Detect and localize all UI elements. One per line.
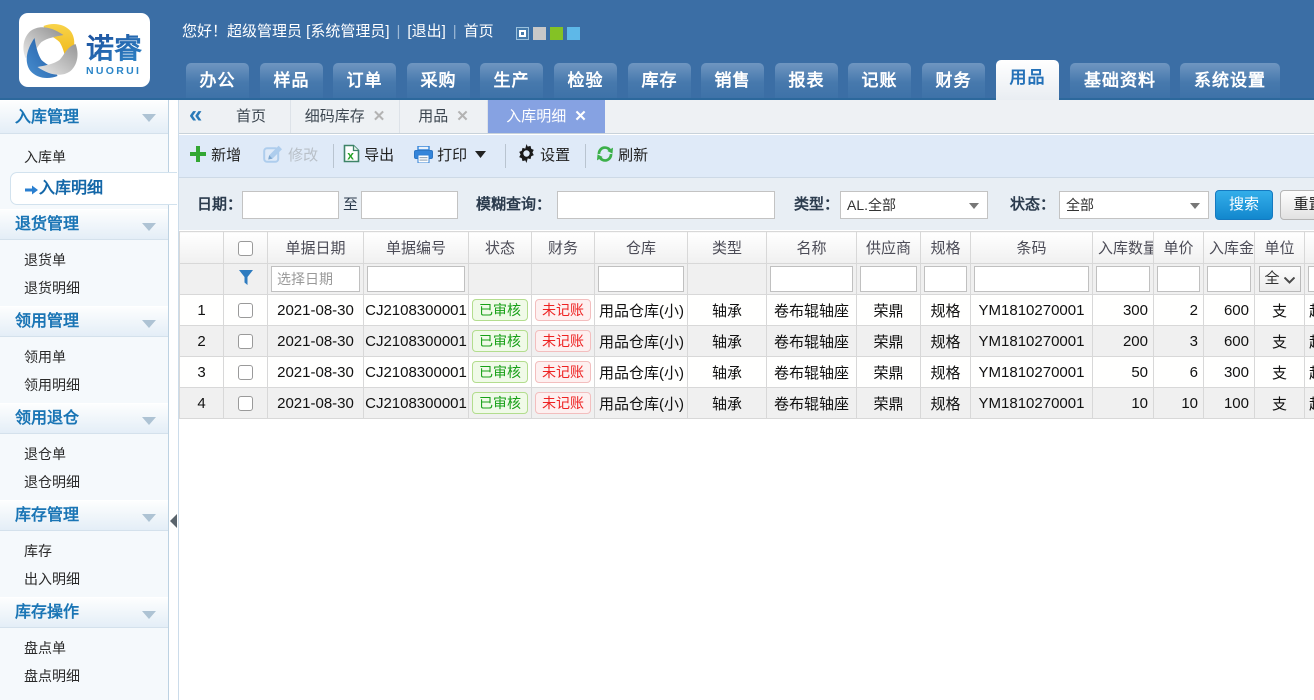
svg-text:诺睿: 诺睿 (86, 33, 143, 64)
svg-text:x: x (347, 149, 354, 163)
svg-text:NUORUI: NUORUI (86, 65, 141, 77)
